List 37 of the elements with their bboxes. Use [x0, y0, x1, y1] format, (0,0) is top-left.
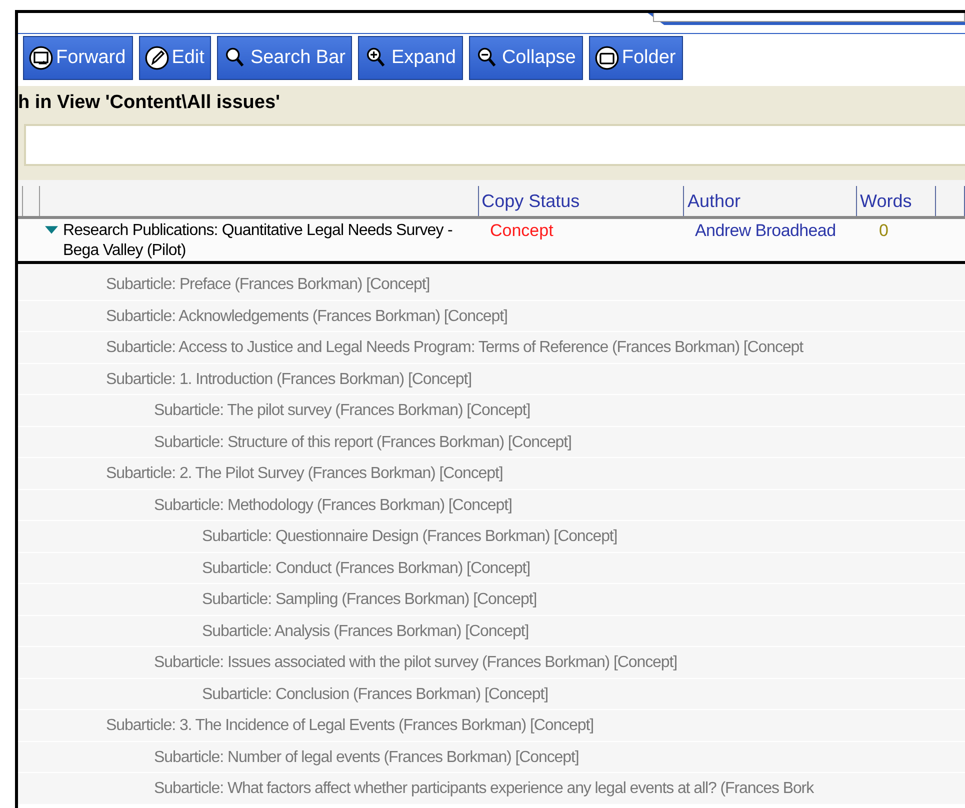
folder-icon — [594, 46, 619, 70]
copy-status: Concept — [489, 221, 554, 241]
subarticle-item[interactable]: Subarticle: Acknowledgements (Frances Borkman) [Concept] — [106, 308, 508, 324]
column-header[interactable]: Author — [684, 186, 858, 216]
subarticle-item[interactable]: Subarticle: Issues associated with the pilot survey (Frances Borkman) [Concept] — [154, 654, 678, 671]
subarticle-item[interactable]: Subarticle: Methodology (Frances Borkman) [Concept] — [154, 496, 512, 514]
subarticle-item[interactable]: Subarticle: Number of legal events (Frances Borkman) [Concept] — [154, 748, 579, 766]
subarticle-item[interactable]: Subarticle: 3. The Incidence of Legal Events (Frances Borkman) [Concept] — [106, 717, 594, 734]
pencil-icon — [144, 46, 169, 70]
author: Andrew Broadhead — [695, 221, 837, 241]
toolbar-button[interactable]: Search Bar — [217, 36, 352, 80]
subarticle-item[interactable]: Subarticle: Structure of this report (Frances Borkman) [Concept] — [154, 434, 572, 450]
subarticle-item[interactable]: Subarticle: Access to Justice and Legal Needs Program: Terms of Reference (Frances Borkman) [Concept — [106, 339, 804, 356]
article-title: Research Publications: Quantitative Legal Needs Survey - Bega Valley (Pilot) — [63, 221, 454, 261]
expand-triangle-icon[interactable] — [45, 226, 58, 235]
subarticle-item[interactable]: Subarticle: 2. The Pilot Survey (Frances Borkman) [Concept] — [106, 465, 503, 482]
subarticle-item[interactable]: Subarticle: Sampling (Frances Borkman) [Concept] — [202, 591, 537, 608]
subarticle-item[interactable]: Subarticle: Analysis (Frances Borkman) [Concept] — [202, 622, 529, 640]
subarticle-item[interactable]: Subarticle: The pilot survey (Frances Borkman) [Concept] — [154, 402, 530, 419]
view-title: h in View 'Content\All issues' — [18, 91, 282, 115]
mail-icon — [29, 46, 53, 70]
column-header[interactable]: Copy Status — [478, 186, 684, 216]
toolbar-button[interactable]: Folder — [588, 36, 683, 80]
toolbar-button[interactable]: Edit — [138, 36, 212, 80]
subarticle-item[interactable]: Subarticle: Questionnaire Design (Frances Borkman) [Concept] — [202, 528, 618, 545]
word-count: 0 — [878, 221, 888, 241]
title-field[interactable] — [653, 13, 965, 22]
search-field[interactable] — [24, 124, 965, 166]
subarticle-item[interactable]: Subarticle: Preface (Frances Borkman) [Concept] — [106, 276, 430, 293]
subarticle-item[interactable]: Subarticle: What factors affect whether participants experience any legal events at all? (Frances Bork — [154, 780, 814, 797]
subarticle-item[interactable]: Subarticle: Conclusion (Frances Borkman) [Concept] — [202, 686, 548, 702]
column-header[interactable]: Words — [857, 186, 936, 216]
subarticle-item[interactable]: Subarticle: Conduct (Frances Borkman) [Concept] — [202, 560, 530, 576]
toolbar-button[interactable]: Forward — [23, 36, 133, 80]
toolbar-button[interactable]: Collapse — [468, 36, 583, 80]
subarticle-item[interactable]: Subarticle: 1. Introduction (Frances Borkman) [Concept] — [106, 370, 472, 388]
toolbar-button[interactable]: Expand — [358, 36, 463, 80]
